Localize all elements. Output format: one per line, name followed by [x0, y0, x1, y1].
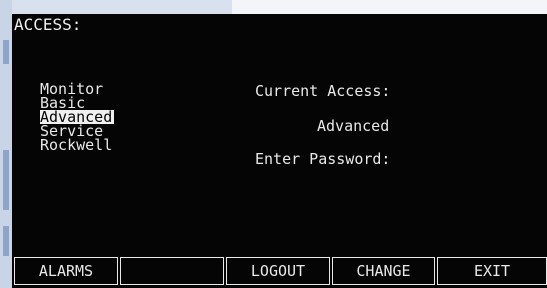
bezel-ridge: [3, 150, 9, 210]
softkey-bar: ALARMS LOGOUT CHANGE EXIT: [14, 257, 547, 287]
hmi-screen: ACCESS: Monitor Basic Advanced Service R…: [12, 14, 547, 288]
access-level-rockwell[interactable]: Rockwell: [40, 138, 114, 153]
current-access-value: Advanced: [317, 117, 390, 135]
exit-button[interactable]: EXIT: [437, 257, 547, 285]
current-access-label: Current Access:: [255, 82, 391, 100]
blank-softkey-button[interactable]: [120, 257, 224, 285]
left-bezel: [0, 0, 12, 288]
screen-title: ACCESS:: [14, 15, 82, 34]
change-button[interactable]: CHANGE: [332, 257, 435, 285]
alarms-button[interactable]: ALARMS: [14, 257, 118, 285]
logout-button[interactable]: LOGOUT: [226, 257, 330, 285]
password-field[interactable]: Enter Password:: [255, 150, 390, 168]
bezel-ridge: [3, 226, 9, 256]
top-frame-highlight: [232, 0, 547, 14]
bezel-ridge: [3, 40, 9, 64]
access-level-list: Monitor Basic Advanced Service Rockwell: [40, 82, 115, 153]
top-frame: [0, 0, 547, 14]
